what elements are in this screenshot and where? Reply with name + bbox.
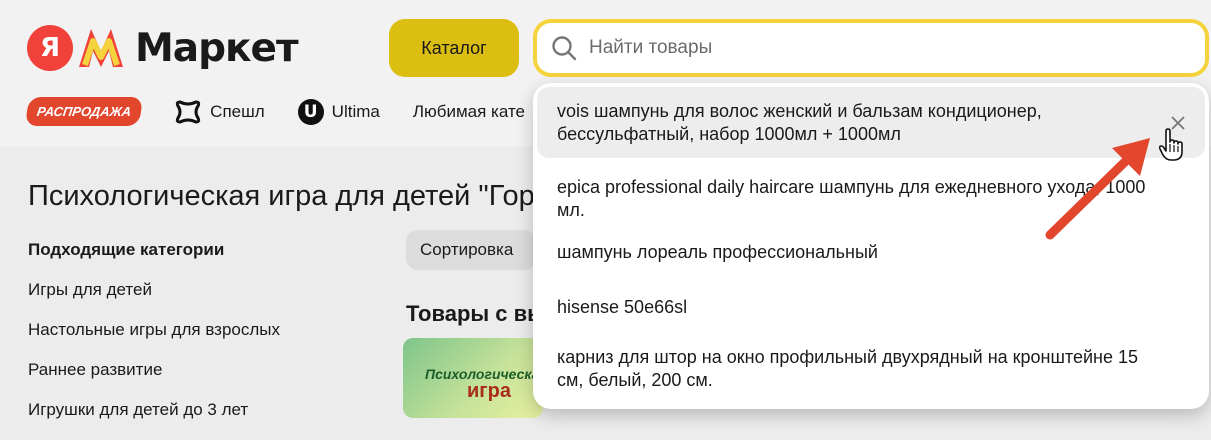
nav-item-label: Ultima [331, 101, 380, 121]
products-title: Товары с вы [406, 301, 546, 326]
search-input[interactable] [587, 36, 1151, 60]
logo-text: Маркет [135, 25, 299, 71]
special-icon [176, 99, 201, 124]
suggestion-item[interactable]: epica professional daily haircare шампун… [537, 163, 1205, 235]
search-icon [552, 36, 577, 61]
product-image-text: игра [467, 380, 511, 402]
search-suggestions-dropdown: vois шампунь для волос женский и бальзам… [533, 83, 1209, 409]
suggestion-text: карниз для штор на окно профильный двухр… [557, 347, 1139, 390]
catalog-button[interactable]: Каталог [389, 19, 519, 77]
suggestion-item[interactable]: vois шампунь для волос женский и бальзам… [537, 87, 1205, 158]
top-nav: РАСПРОДАЖА Спешл U Ultima Любимая кате [24, 97, 525, 126]
category-link[interactable]: Раннее развитие [28, 360, 280, 380]
nav-item-ultima[interactable]: U Ultima [297, 98, 380, 125]
suggestion-text: шампунь лореаль профессиональный [557, 241, 878, 262]
suggestion-item[interactable]: шампунь лореаль профессиональный [537, 235, 1205, 269]
sale-badge[interactable]: РАСПРОДАЖА [24, 97, 144, 126]
page-title: Психологическая игра для детей "Гор [28, 180, 535, 212]
remove-suggestion-icon[interactable] [1169, 114, 1187, 132]
categories-sidebar: Подходящие категории Игры для детей Наст… [28, 240, 280, 440]
market-m-icon [79, 29, 123, 67]
product-image[interactable]: Психологическая игра [403, 338, 543, 418]
market-logo[interactable]: Я Маркет [27, 25, 299, 71]
search-bar[interactable] [533, 19, 1209, 77]
category-link[interactable]: Настольные игры для взрослых [28, 320, 280, 340]
suggestion-item[interactable]: карниз для штор на окно профильный двухр… [537, 335, 1205, 403]
categories-heading: Подходящие категории [28, 240, 225, 259]
nav-item-special[interactable]: Спешл [174, 98, 265, 126]
suggestion-text: epica professional daily haircare шампун… [557, 177, 1146, 220]
nav-item-label: Любимая кате [412, 101, 525, 121]
nav-item-favorite-category[interactable]: Любимая кате [413, 102, 525, 122]
yandex-logo-icon: Я [27, 25, 73, 71]
category-link[interactable]: Игры для детей [28, 280, 280, 300]
suggestion-text: vois шампунь для волос женский и бальзам… [557, 100, 1042, 144]
sort-label: Сортировка [420, 240, 514, 259]
nav-item-label: Спешл [210, 101, 265, 121]
suggestion-item[interactable]: hisense 50e66sl [537, 289, 1205, 325]
category-link[interactable]: Игрушки для детей до 3 лет [28, 400, 280, 420]
ultima-icon: U [297, 98, 324, 125]
sort-button[interactable]: Сортировка [406, 230, 536, 270]
suggestion-text: hisense 50e66sl [557, 296, 688, 317]
